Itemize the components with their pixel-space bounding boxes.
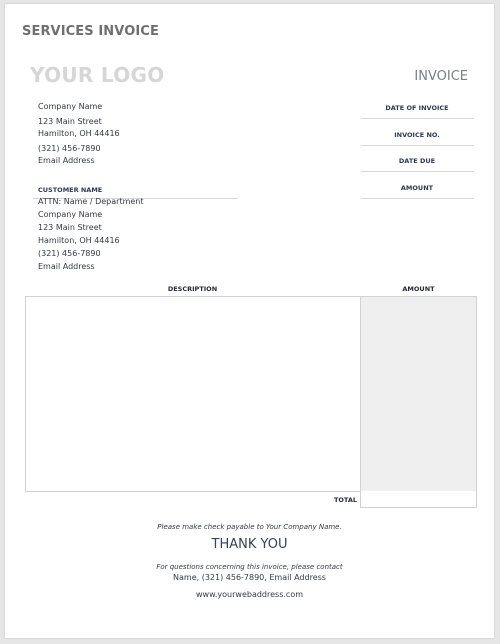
date-due-field[interactable]: [361, 171, 474, 172]
sender-city-state-zip[interactable]: Hamilton, OH 44416: [38, 129, 120, 139]
total-label: TOTAL: [333, 496, 357, 504]
invoice-heading: INVOICE: [414, 69, 468, 84]
questions-note: For questions concerning this invoice, p…: [156, 563, 343, 571]
payable-note: Please make check payable to Your Compan…: [157, 523, 342, 531]
customer-phone[interactable]: (321) 456-7890: [38, 249, 101, 259]
amount-field[interactable]: [361, 198, 474, 199]
description-column-header: DESCRIPTION: [167, 285, 218, 293]
invoice-number-field[interactable]: [361, 145, 474, 146]
customer-street[interactable]: 123 Main Street: [38, 223, 102, 233]
customer-attn[interactable]: ATTN: Name / Department: [38, 197, 144, 207]
customer-name-heading: CUSTOMER NAME: [38, 186, 103, 194]
date-due-label: DATE DUE: [398, 157, 436, 165]
date-of-invoice-field[interactable]: [361, 118, 474, 119]
customer-company-name[interactable]: Company Name: [38, 210, 102, 220]
document-title: SERVICES INVOICE: [22, 24, 159, 39]
customer-email[interactable]: Email Address: [38, 262, 95, 272]
total-value-field[interactable]: [360, 491, 477, 508]
amount-column-header: AMOUNT: [402, 285, 435, 293]
sender-email[interactable]: Email Address: [38, 156, 95, 166]
customer-city-state-zip[interactable]: Hamilton, OH 44416: [38, 236, 120, 246]
description-cell[interactable]: [25, 296, 360, 492]
sender-phone[interactable]: (321) 456-7890: [38, 144, 101, 154]
sender-company-name[interactable]: Company Name: [38, 102, 102, 112]
contact-line: Name, (321) 456-7890, Email Address: [173, 573, 326, 582]
invoice-number-label: INVOICE NO.: [394, 131, 440, 139]
amount-label: AMOUNT: [400, 184, 434, 192]
date-of-invoice-label: DATE OF INVOICE: [385, 104, 449, 112]
thank-you-heading: THANK YOU: [211, 537, 288, 552]
invoice-page: SERVICES INVOICE YOUR LOGO INVOICE Compa…: [5, 4, 494, 638]
sender-street[interactable]: 123 Main Street: [38, 117, 102, 127]
amount-cell[interactable]: [360, 296, 477, 492]
website-link[interactable]: www.yourwebaddress.com: [5, 590, 494, 599]
logo-placeholder[interactable]: YOUR LOGO: [30, 63, 165, 87]
